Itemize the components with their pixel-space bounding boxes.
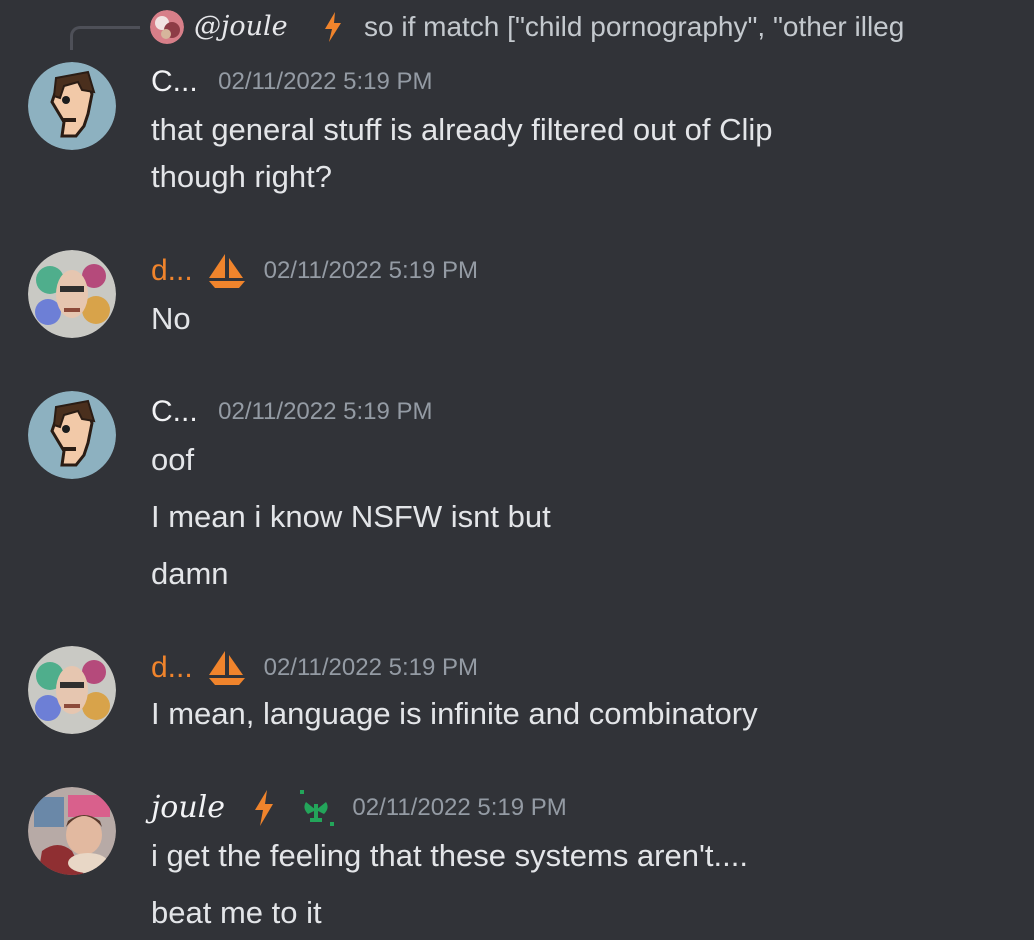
- message-line: No: [151, 301, 191, 336]
- message-line: beat me to it: [151, 895, 322, 930]
- author-name[interactable]: joule: [151, 788, 225, 828]
- author-name[interactable]: d...: [151, 648, 193, 688]
- timestamp: 02/11/2022 5:19 PM: [352, 794, 567, 821]
- avatar[interactable]: [28, 787, 116, 875]
- message-header: d... 02/11/2022 5:19 PM: [151, 648, 478, 688]
- reply-author-name[interactable]: @joule: [194, 10, 288, 44]
- author-name[interactable]: d...: [151, 251, 193, 291]
- reply-text[interactable]: so if match ["child pornography", "other…: [364, 10, 920, 44]
- plant-icon: [299, 790, 334, 826]
- reply-connector: [70, 26, 140, 50]
- message-line: I mean, language is infinite and combina…: [151, 696, 758, 731]
- message-line: oof: [151, 442, 195, 477]
- message-header: joule 02/11/2022 5:19 PM: [151, 788, 567, 828]
- message-line: I mean i know NSFW isnt but: [151, 499, 551, 534]
- message-line: that general stuff is already filtered o…: [151, 112, 773, 147]
- reply-preview[interactable]: @joule so if match ["child pornography",…: [0, 0, 1034, 56]
- message-header: C... 02/11/2022 5:19 PM: [151, 62, 433, 102]
- message-line: damn: [151, 556, 229, 591]
- message-header: d... 02/11/2022 5:19 PM: [151, 251, 478, 291]
- avatar[interactable]: [28, 391, 116, 479]
- sailboat-icon: [209, 254, 246, 288]
- avatar[interactable]: [28, 250, 116, 338]
- timestamp: 02/11/2022 5:19 PM: [218, 398, 433, 425]
- reply-avatar[interactable]: [150, 10, 184, 44]
- lightning-icon: [254, 790, 273, 826]
- sailboat-icon: [209, 651, 246, 685]
- timestamp: 02/11/2022 5:19 PM: [263, 257, 478, 284]
- message-header: C... 02/11/2022 5:19 PM: [151, 392, 433, 432]
- avatar[interactable]: [28, 62, 116, 150]
- chat-log: @joule so if match ["child pornography",…: [0, 0, 1034, 940]
- timestamp: 02/11/2022 5:19 PM: [218, 68, 433, 95]
- author-name[interactable]: C...: [151, 392, 198, 432]
- lightning-icon: [325, 12, 341, 42]
- message-line: i get the feeling that these systems are…: [151, 838, 748, 873]
- avatar[interactable]: [28, 646, 116, 734]
- author-name[interactable]: C...: [151, 62, 198, 102]
- message-line: though right?: [151, 159, 332, 194]
- timestamp: 02/11/2022 5:19 PM: [263, 654, 478, 681]
